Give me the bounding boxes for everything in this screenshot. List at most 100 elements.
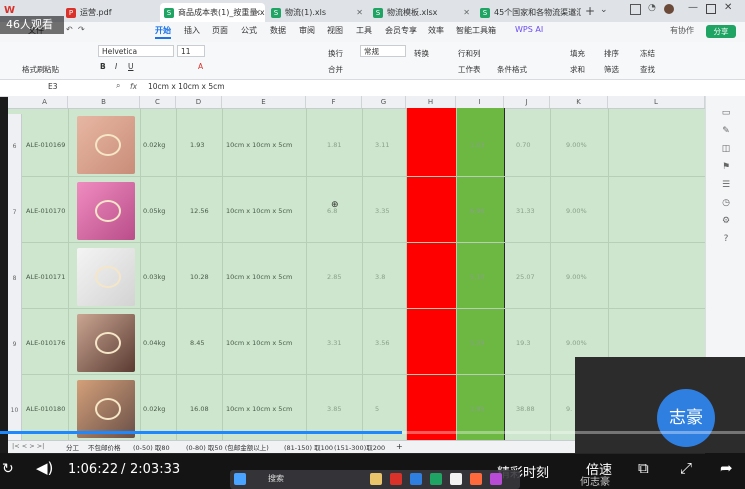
col-j-cell[interactable]: 38.88 (516, 405, 535, 413)
col-i-cell[interactable]: 6.96 (470, 207, 484, 215)
column-header-a[interactable]: A (22, 96, 68, 108)
column-header-k[interactable]: K (550, 96, 608, 108)
freeze-button[interactable]: 冻结 (640, 48, 655, 59)
col-g-cell[interactable]: 3.8 (375, 273, 385, 281)
tab-country-summary[interactable]: S 45个国家和各物流渠道汇总 ✕ (476, 3, 581, 22)
font-color-icon[interactable]: A (198, 62, 203, 71)
col-k-cell[interactable]: 9.00% (566, 273, 587, 281)
column-header-c[interactable]: C (140, 96, 176, 108)
worksheet-button[interactable]: 工作表 (458, 64, 481, 75)
sidebar-icon-7[interactable]: ⚙ (721, 216, 731, 226)
redo-icon[interactable]: ↷ (78, 25, 85, 34)
close-icon[interactable]: ✕ (254, 3, 261, 22)
filter-button[interactable]: 筛选 (604, 64, 619, 75)
number-format-select[interactable]: 常规 (360, 45, 406, 57)
col-f-cell[interactable]: 3.31 (327, 339, 341, 347)
menu-home[interactable]: 开始 (155, 25, 171, 39)
windows-start-icon[interactable] (234, 473, 246, 485)
weight-cell[interactable]: 0.05kg (143, 207, 165, 215)
sheet-tab-no-free-shipping[interactable]: 不包邮价格 (88, 442, 121, 452)
underline-button[interactable]: U (128, 62, 134, 71)
menu-formula[interactable]: 公式 (241, 25, 257, 36)
col-f-cell[interactable]: 2.85 (327, 273, 341, 281)
avatar[interactable] (664, 4, 674, 14)
chevron-down-icon[interactable]: ⌄ (600, 5, 608, 15)
column-header-l[interactable]: L (608, 96, 705, 108)
close-icon[interactable]: ✕ (570, 3, 577, 22)
taskbar-search[interactable]: 搜索 (268, 473, 284, 484)
col-k-cell[interactable]: 9. (566, 405, 572, 413)
column-header-b[interactable]: B (68, 96, 140, 108)
product-thumbnail[interactable] (77, 182, 135, 240)
menu-tools[interactable]: 工具 (356, 25, 372, 36)
find-button[interactable]: 查找 (640, 64, 655, 75)
sheet-tab-division[interactable]: 分工 (66, 442, 79, 452)
price-cell[interactable]: 10.28 (190, 273, 209, 281)
col-i-cell[interactable]: 5.29 (470, 339, 484, 347)
sku-cell[interactable]: ALE-010171 (26, 273, 65, 281)
cond-format-button[interactable]: 条件格式 (497, 64, 527, 75)
sheet-tab-0-50[interactable]: (0-50) 取80 (133, 442, 170, 452)
price-cell[interactable]: 1.93 (190, 141, 204, 149)
close-icon[interactable]: ✕ (356, 3, 363, 22)
menu-page[interactable]: 页面 (212, 25, 228, 36)
col-k-cell[interactable]: 9.00% (566, 207, 587, 215)
host-avatar[interactable]: 志豪 (657, 389, 715, 447)
row-header[interactable]: 9 (8, 312, 22, 378)
sidebar-icon-1[interactable]: ▭ (721, 108, 731, 118)
close-window-icon[interactable]: ✕ (724, 2, 732, 13)
menu-insert[interactable]: 插入 (184, 25, 200, 36)
add-sheet-icon[interactable]: + (396, 442, 403, 451)
share-button[interactable]: 分享 (706, 25, 736, 38)
col-i-cell[interactable]: 1.03 (470, 141, 484, 149)
format-painter-button[interactable]: 格式刷 (22, 64, 45, 75)
column-header-d[interactable]: D (176, 96, 222, 108)
column-header-g[interactable]: G (362, 96, 406, 108)
fullscreen-icon[interactable]: ⤢ (680, 459, 692, 477)
col-f-cell[interactable]: 3.85 (327, 405, 341, 413)
menu-smart-toolbox[interactable]: 智能工具箱 (456, 25, 496, 36)
zoom-icon[interactable]: ⌕ (116, 81, 120, 91)
sheet-nav-icon[interactable]: |< < > >| (12, 442, 44, 450)
tab-logistics[interactable]: S 物流(1).xls ✕ (267, 3, 367, 22)
product-thumbnail[interactable] (77, 380, 135, 438)
sku-cell[interactable]: ALE-010169 (26, 141, 65, 149)
volume-icon[interactable]: ◀) (36, 459, 53, 477)
col-f-cell[interactable]: 1.81 (327, 141, 341, 149)
sidebar-icon-4[interactable]: ⚑ (721, 162, 731, 172)
taskbar-app-3[interactable] (410, 473, 422, 485)
column-header-h[interactable]: H (406, 96, 456, 108)
sort-button[interactable]: 排序 (604, 48, 619, 59)
sidebar-icon-3[interactable]: ◫ (721, 144, 731, 154)
weight-cell[interactable]: 0.02kg (143, 141, 165, 149)
row-header[interactable]: 6 (8, 114, 22, 180)
tab-cost-sheet[interactable]: S 商品成本表(1)_按重量.xlsx ✕ (160, 3, 265, 22)
sidebar-icon-6[interactable]: ◷ (721, 198, 731, 208)
sidebar-icon-5[interactable]: ☰ (721, 180, 731, 190)
taskbar-app-4[interactable] (430, 473, 442, 485)
bold-button[interactable]: B (100, 62, 106, 71)
menu-data[interactable]: 数据 (270, 25, 286, 36)
row-header[interactable]: 10 (8, 378, 22, 444)
weight-cell[interactable]: 0.02kg (143, 405, 165, 413)
collab-label[interactable]: 有协作 (670, 25, 694, 36)
col-k-cell[interactable]: 9.00% (566, 141, 587, 149)
size-cell[interactable]: 10cm x 10cm x 5cm (226, 273, 292, 281)
size-cell[interactable]: 10cm x 10cm x 5cm (226, 405, 292, 413)
replay-icon[interactable]: ↻ (2, 461, 14, 477)
bell-icon[interactable]: ◔ (648, 3, 656, 13)
col-g-cell[interactable]: 3.56 (375, 339, 389, 347)
price-cell[interactable]: 16.08 (190, 405, 209, 413)
price-cell[interactable]: 8.45 (190, 339, 204, 347)
menu-review[interactable]: 审阅 (299, 25, 315, 36)
sidebar-icon-2[interactable]: ✎ (721, 126, 731, 136)
sheet-tab-151-300[interactable]: (151-300)取200 (334, 442, 385, 452)
col-j-cell[interactable]: 0.70 (516, 141, 530, 149)
help-icon[interactable]: ? (721, 234, 731, 244)
taskbar-app-6[interactable] (470, 473, 482, 485)
sum-button[interactable]: 求和 (570, 64, 585, 75)
price-cell[interactable]: 12.56 (190, 207, 209, 215)
col-k-cell[interactable]: 9.00% (566, 339, 587, 347)
fill-button[interactable]: 填充 (570, 48, 585, 59)
taskbar-app-7[interactable] (490, 473, 502, 485)
